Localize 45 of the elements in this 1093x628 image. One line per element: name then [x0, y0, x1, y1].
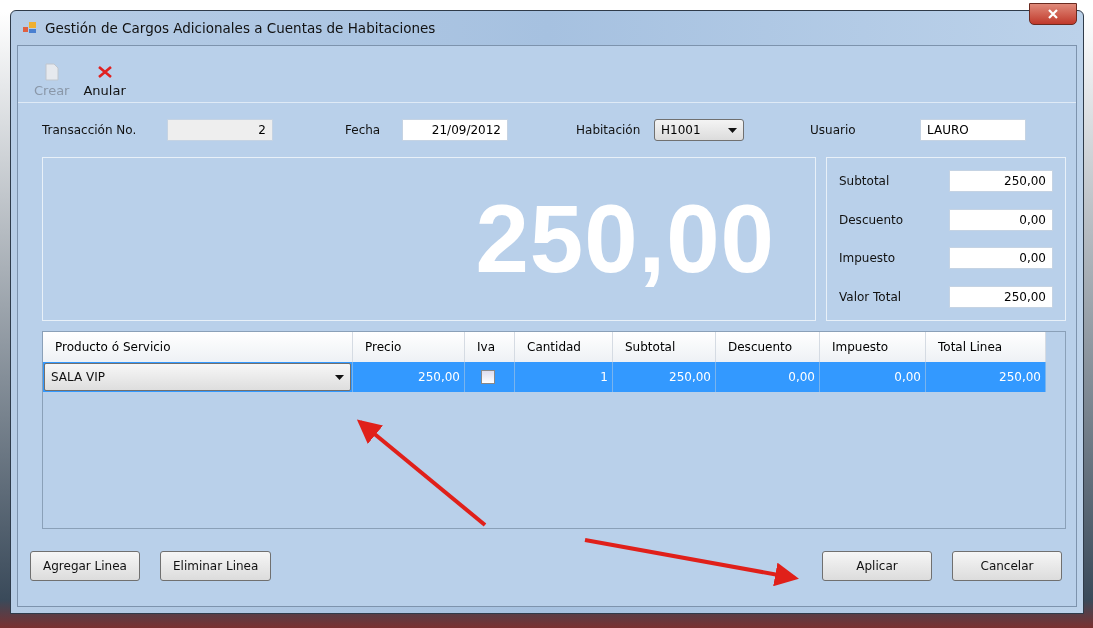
input-field[interactable]: 2: [167, 119, 273, 141]
close-button[interactable]: [1029, 3, 1077, 25]
column-header[interactable]: Cantidad: [515, 332, 613, 362]
table-cell: 1: [515, 362, 613, 392]
field-label: Descuento: [839, 212, 904, 227]
column-header[interactable]: Impuesto: [820, 332, 926, 362]
caret-icon: [335, 374, 344, 380]
field-label: Valor Total: [839, 289, 902, 304]
app-icon: [23, 22, 37, 34]
input-field[interactable]: LAURO: [920, 119, 1026, 141]
table-cell: 250,00: [353, 362, 465, 392]
field-label: Fecha: [345, 123, 382, 137]
table-cell: 0,00: [820, 362, 926, 392]
checkbox[interactable]: [480, 370, 495, 384]
toolbar-button[interactable]: Anular: [81, 63, 128, 98]
column-header[interactable]: Iva: [465, 332, 515, 362]
field-label: Subtotal: [839, 174, 890, 189]
field-label: Impuesto: [839, 251, 896, 266]
dialog-button[interactable]: Cancelar: [952, 551, 1062, 581]
column-header[interactable]: Producto ó Servicio: [43, 332, 353, 362]
column-header[interactable]: Subtotal: [613, 332, 716, 362]
field-label: Transacción No.: [42, 123, 138, 137]
window-title: Gestión de Cargos Adicionales a Cuentas de Habitaciones: [45, 20, 436, 36]
input-field[interactable]: 250,00: [949, 285, 1053, 308]
field-label: Usuario: [810, 123, 857, 137]
field-label: Habitación: [576, 123, 642, 137]
caret-icon: [728, 127, 737, 133]
table-cell: 250,00: [613, 362, 716, 392]
column-header[interactable]: Precio: [353, 332, 465, 362]
dropdown[interactable]: H1001: [654, 119, 744, 141]
table-cell: 0,00: [716, 362, 820, 392]
dialog-button[interactable]: Aplicar: [822, 551, 932, 581]
column-header[interactable]: Total Linea: [926, 332, 1046, 362]
grid-button[interactable]: Agregar Linea: [30, 551, 140, 581]
input-field[interactable]: 21/09/2012: [402, 119, 508, 141]
close-icon: [1048, 9, 1058, 19]
grid-button[interactable]: Eliminar Linea: [159, 551, 272, 581]
input-field[interactable]: 0,00: [949, 208, 1053, 231]
input-field[interactable]: 250,00: [949, 170, 1053, 193]
table-cell: 250,00: [926, 362, 1046, 392]
column-header[interactable]: Descuento: [716, 332, 820, 362]
input-field[interactable]: 0,00: [949, 247, 1053, 270]
product-dropdown[interactable]: SALA VIP: [44, 363, 351, 391]
document-icon: [44, 63, 59, 81]
total-display: 250,00: [42, 157, 816, 321]
